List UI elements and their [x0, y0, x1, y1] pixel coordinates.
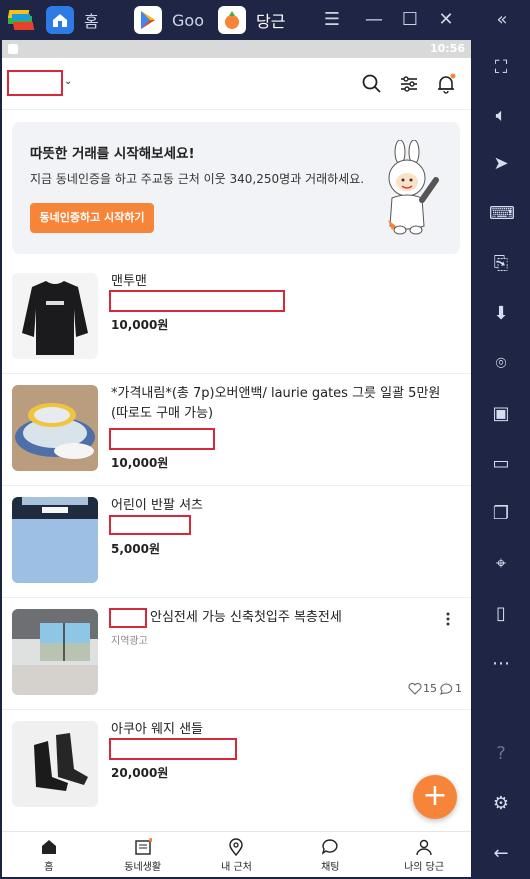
bottom-navigation: 홈 동네생활 내 근처 채팅 나의 당근: [2, 831, 471, 877]
phone-screen: 10:56 ⌄ 따뜻한 거래를 시작해보세요! 지금 동네인증을 하고 주교동 …: [2, 40, 471, 877]
shake-icon[interactable]: ▯: [489, 602, 513, 626]
item-title: 안심전세 가능 신축첫입주 복층전세: [150, 610, 342, 625]
emulator-title-bar: 홈 Goo 당근 ☰ — ☐ ✕ «: [0, 0, 530, 40]
list-item[interactable]: 맨투맨 10,000원: [2, 262, 471, 374]
notification-icon: [8, 44, 18, 54]
comment-icon: [440, 682, 453, 695]
nav-nearby[interactable]: 내 근처: [190, 832, 284, 877]
verify-neighborhood-button[interactable]: 동네인증하고 시작하기: [30, 203, 154, 233]
record-icon[interactable]: ▣: [489, 402, 513, 426]
location-selector-redacted[interactable]: [7, 70, 63, 96]
item-price: 10,000원: [111, 318, 169, 332]
item-location-redacted: [109, 290, 285, 312]
heart-icon: [408, 682, 422, 695]
nav-chat[interactable]: 채팅: [283, 832, 377, 877]
maximize-icon[interactable]: ☐: [396, 6, 424, 34]
home-icon: [40, 838, 58, 856]
emulator-sidebar: ⛶ 🔈︎ ➤ ⌨ ⎘ ⬇ ⌾ ▣ ▭ ❐ ⌖ ▯ ⋯ ? ⚙ ←: [472, 40, 530, 879]
item-photo: [12, 721, 98, 807]
neighborhood-verify-banner: 따뜻한 거래를 시작해보세요! 지금 동네인증을 하고 주교동 근처 이웃 34…: [12, 122, 460, 254]
daangn-app-icon: [218, 6, 246, 34]
minimize-icon[interactable]: —: [360, 6, 388, 34]
close-icon[interactable]: ✕: [432, 6, 460, 34]
list-item-ad[interactable]: 안심전세 가능 신축첫입주 복층전세 지역광고 15 1: [2, 598, 471, 710]
chat-icon: [321, 838, 339, 856]
multi-instance-icon[interactable]: ❐: [489, 502, 513, 526]
item-location-redacted: [109, 738, 237, 760]
list-item[interactable]: 어린이 반팔 셔츠 5,000원: [2, 486, 471, 598]
advertiser-name-redacted: [109, 608, 147, 628]
status-bar: 10:56: [2, 40, 471, 58]
item-location-redacted: [109, 428, 215, 450]
screenshot-icon[interactable]: ⌾: [489, 352, 513, 376]
keyboard-icon[interactable]: ⌨: [489, 202, 515, 226]
write-post-button[interactable]: +: [413, 775, 457, 819]
nav-home[interactable]: 홈: [2, 832, 96, 877]
item-price: 10,000원: [111, 456, 169, 470]
nav-my-daangn-label: 나의 당근: [404, 862, 445, 873]
item-title: 어린이 반팔 셔츠: [111, 498, 203, 513]
home-app-icon: [46, 6, 74, 34]
item-photo: [12, 385, 98, 471]
item-price: 5,000원: [111, 542, 160, 556]
google-play-icon: [134, 6, 162, 34]
help-icon[interactable]: ?: [489, 742, 513, 766]
item-location-redacted: [109, 515, 191, 535]
comment-count: 1: [455, 682, 462, 695]
app-bar: ⌄: [2, 58, 471, 110]
location-icon[interactable]: ⌖: [489, 552, 513, 576]
tab-home[interactable]: 홈: [46, 2, 99, 38]
banner-heading: 따뜻한 거래를 시작해보세요!: [30, 146, 195, 162]
item-photo: [12, 273, 98, 359]
install-apk-icon[interactable]: ⎘: [489, 252, 513, 276]
tab-google-play-label: Goo: [172, 10, 204, 30]
list-item[interactable]: *가격내림*(총 7p)오버앤백/ laurie gates 그릇 일괄 5만원…: [2, 374, 471, 486]
more-options-icon[interactable]: [444, 610, 452, 628]
menu-icon[interactable]: ☰: [318, 6, 346, 34]
fullscreen-icon[interactable]: ⛶: [489, 56, 513, 80]
volume-icon[interactable]: 🔈︎: [489, 104, 513, 128]
profile-icon: [415, 838, 433, 856]
location-pin-icon: [227, 838, 245, 857]
filter-icon[interactable]: [397, 72, 421, 96]
ad-label: 지역광고: [111, 636, 148, 647]
more-icon[interactable]: ⋯: [489, 652, 513, 676]
search-icon[interactable]: [360, 72, 384, 96]
tab-daangn-label: 당근: [256, 12, 286, 31]
community-icon: [134, 838, 153, 856]
banner-text: 지금 동네인증을 하고 주교동 근처 이웃 340,250명과 거래하세요.: [30, 172, 365, 186]
item-price: 20,000원: [111, 766, 169, 780]
item-photo: [12, 609, 98, 695]
apk-icon[interactable]: ⬇: [489, 302, 513, 326]
item-title: *가격내림*(총 7p)오버앤백/ laurie gates 그릇 일괄 5만원…: [111, 386, 441, 421]
tab-daangn[interactable]: 당근: [218, 2, 285, 38]
rabbit-mascot-illustration: [380, 139, 446, 236]
pointer-icon[interactable]: ➤: [489, 152, 513, 176]
like-count: 15: [423, 682, 437, 695]
settings-gear-icon[interactable]: ⚙: [489, 792, 513, 816]
nav-community-label: 동네생활: [124, 862, 162, 873]
nav-chat-label: 채팅: [321, 862, 340, 873]
chevron-down-icon[interactable]: ⌄: [64, 76, 72, 87]
bluestacks-logo: [6, 6, 36, 34]
nav-nearby-label: 내 근처: [221, 862, 252, 873]
item-title: 아쿠아 웨지 샌들: [111, 722, 203, 737]
item-photo: [12, 497, 98, 583]
notification-bell-icon[interactable]: [434, 72, 458, 96]
item-title: 맨투맨: [111, 274, 147, 289]
status-time: 10:56: [429, 42, 465, 55]
collapse-sidebar-icon[interactable]: «: [488, 6, 516, 34]
nav-my-daangn[interactable]: 나의 당근: [377, 832, 471, 877]
engagement-counts: 15 1: [408, 682, 462, 695]
back-arrow-icon[interactable]: ←: [489, 842, 513, 866]
list-item[interactable]: 아쿠아 웨지 샌들 20,000원: [2, 710, 471, 822]
tab-google-play[interactable]: Goo: [134, 2, 204, 38]
nav-home-label: 홈: [44, 862, 54, 873]
tab-home-label: 홈: [84, 12, 99, 31]
nav-community[interactable]: 동네생활: [96, 832, 190, 877]
folder-icon[interactable]: ▭: [489, 452, 513, 476]
